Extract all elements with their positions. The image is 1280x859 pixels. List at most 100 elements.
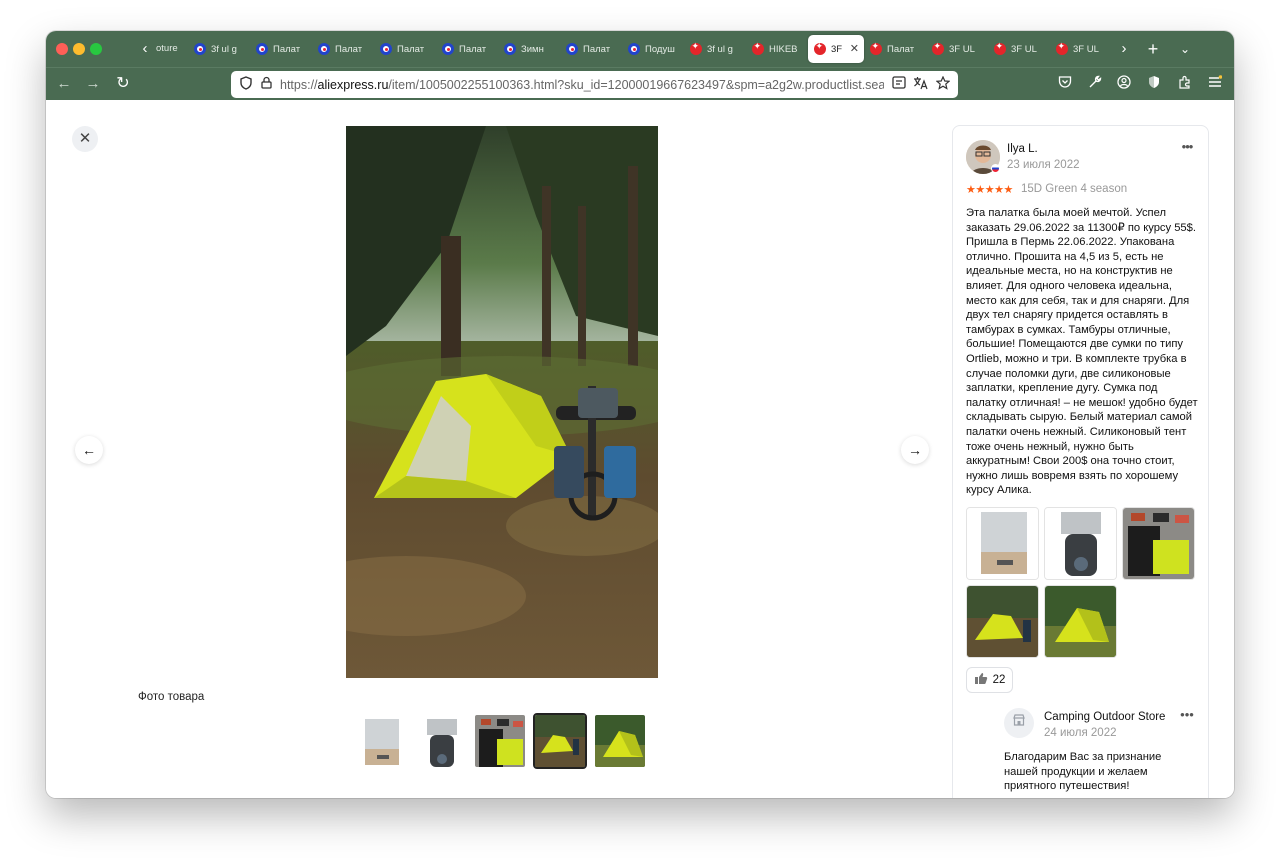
thumbnail-tent-bag[interactable] xyxy=(413,713,467,769)
tab-label: Зимн xyxy=(521,43,544,55)
url-path: /item/1005002255100363.html?sku_id=12000… xyxy=(388,78,884,92)
tracking-shield-icon[interactable] xyxy=(238,76,253,93)
tab-label: 3F xyxy=(831,43,843,55)
review-photo-tent-meadow[interactable] xyxy=(1044,585,1117,658)
seller-name[interactable]: Camping Outdoor Store xyxy=(1044,711,1165,723)
close-tab-icon[interactable]: ✕ xyxy=(847,42,859,56)
review-text: Эта палатка была моей мечтой. Успел зака… xyxy=(966,207,1198,497)
window-zoom-button[interactable] xyxy=(90,43,102,55)
tab-label: 3f ul g xyxy=(211,43,237,55)
new-tab-button[interactable]: + xyxy=(1144,38,1162,60)
tab[interactable]: 3F UL xyxy=(926,35,988,63)
review-photo-grid xyxy=(966,507,1198,658)
aliexpress-favicon-icon xyxy=(380,43,392,55)
nav-toolbar: ← → ↻ https://aliexpress.ru/item/1005002… xyxy=(46,67,1234,100)
privacy-shield-icon[interactable] xyxy=(1145,75,1163,93)
review-photo-tent-box[interactable] xyxy=(966,507,1039,580)
tent-campsite-photo xyxy=(967,586,1038,657)
url-prefix: https:// xyxy=(280,78,318,92)
previous-photo-button[interactable]: ← xyxy=(75,436,103,464)
tab[interactable]: Палат xyxy=(864,35,926,63)
country-flag-icon xyxy=(991,164,1000,173)
thumbnail-tent-contents[interactable] xyxy=(473,713,527,769)
tab[interactable]: 3f ul g xyxy=(684,35,746,63)
tab[interactable]: 3F UL xyxy=(1050,35,1112,63)
aliexpress-favicon-icon xyxy=(628,43,640,55)
tab-partial[interactable]: oture xyxy=(156,35,192,63)
review-panel: Ilya L. 23 июля 2022 ••• ★★★★★ 15D Green… xyxy=(952,125,1209,798)
helpful-like-button[interactable]: 22 xyxy=(966,667,1013,693)
aliexpress-favicon-icon xyxy=(194,43,206,55)
tent-contents-photo xyxy=(1123,508,1194,579)
tab[interactable]: 3F UL xyxy=(988,35,1050,63)
list-all-tabs-icon[interactable]: ⌄ xyxy=(1177,40,1193,58)
tent-meadow-photo xyxy=(595,715,645,767)
url-domain: aliexpress.ru xyxy=(317,78,389,92)
browser-window: ‹ oture 3f ul g Палат Палат Палат Палат Зимн П… xyxy=(46,31,1234,798)
url-text[interactable]: https://aliexpress.ru/item/1005002255100… xyxy=(280,77,884,93)
tent-bag-photo xyxy=(1045,508,1116,579)
thumbnail-tent-box[interactable] xyxy=(353,713,407,769)
address-bar[interactable]: https://aliexpress.ru/item/1005002255100… xyxy=(231,71,958,98)
tab[interactable]: Подуш xyxy=(622,35,684,63)
tab[interactable]: Палат xyxy=(312,35,374,63)
tab-scroll-right-icon[interactable]: › xyxy=(1117,40,1131,58)
tab-label: Подуш xyxy=(645,43,675,55)
aliexpress-favicon-icon xyxy=(994,41,1006,55)
translate-icon[interactable] xyxy=(912,76,929,93)
review-photo-tent-campsite[interactable] xyxy=(966,585,1039,658)
review-more-options-icon[interactable]: ••• xyxy=(1178,140,1196,154)
window-close-button[interactable] xyxy=(56,43,68,55)
account-icon[interactable] xyxy=(1115,75,1133,93)
extensions-icon[interactable] xyxy=(1176,75,1194,93)
tab-label: 3f ul g xyxy=(707,43,733,55)
thumbnail-tent-campsite[interactable] xyxy=(533,713,587,769)
tab[interactable]: Палат xyxy=(374,35,436,63)
tent-campsite-photo xyxy=(535,715,585,767)
thumbs-up-icon xyxy=(974,672,988,688)
tab-label: Палат xyxy=(887,43,915,55)
like-count: 22 xyxy=(992,674,1006,686)
tab[interactable]: Палат xyxy=(436,35,498,63)
tab[interactable]: HIKEB xyxy=(746,35,808,63)
tab[interactable]: 3f ul g xyxy=(188,35,250,63)
tab[interactable]: Зимн xyxy=(498,35,560,63)
reload-button[interactable]: ↻ xyxy=(113,74,133,94)
product-variant: 15D Green 4 season xyxy=(1021,183,1128,195)
review-photo-tent-contents[interactable] xyxy=(1122,507,1195,580)
forward-button[interactable]: → xyxy=(83,74,103,94)
rating-stars: ★★★★★ xyxy=(966,184,1013,196)
thumbnail-strip xyxy=(353,713,647,771)
reader-view-icon[interactable] xyxy=(890,76,907,93)
seller-more-options-icon[interactable]: ••• xyxy=(1178,708,1196,722)
tab[interactable]: Палат xyxy=(250,35,312,63)
tab-scroll-left-icon[interactable]: ‹ xyxy=(138,40,152,58)
next-photo-button[interactable]: → xyxy=(901,436,929,464)
aliexpress-favicon-icon xyxy=(870,41,882,55)
lock-icon[interactable] xyxy=(259,76,273,93)
back-button[interactable]: ← xyxy=(54,74,74,94)
thumbnail-tent-meadow[interactable] xyxy=(593,713,647,769)
window-minimize-button[interactable] xyxy=(73,43,85,55)
tab-label: Палат xyxy=(397,43,425,55)
pocket-icon[interactable] xyxy=(1056,75,1074,93)
tent-campsite-photo xyxy=(346,126,658,678)
aliexpress-favicon-icon xyxy=(442,43,454,55)
aliexpress-favicon-icon xyxy=(932,41,944,55)
reviewer-name[interactable]: Ilya L. xyxy=(1007,143,1038,155)
review-date: 23 июля 2022 xyxy=(1007,159,1080,171)
tab-label: 3F UL xyxy=(1073,43,1099,55)
tent-bag-photo xyxy=(415,715,465,767)
tab-active[interactable]: 3F ✕ xyxy=(808,35,864,63)
wrench-icon[interactable] xyxy=(1086,75,1104,93)
app-menu-icon[interactable] xyxy=(1206,75,1224,93)
tab-label: 3F UL xyxy=(949,43,975,55)
tab[interactable]: Палат xyxy=(560,35,622,63)
review-photo-tent-bag[interactable] xyxy=(1044,507,1117,580)
close-viewer-button[interactable]: ✕ xyxy=(72,126,98,152)
bookmark-star-icon[interactable] xyxy=(934,75,951,93)
tab-label: Палат xyxy=(273,43,301,55)
store-icon[interactable] xyxy=(1004,708,1034,738)
photo-caption: Фото товара xyxy=(138,691,205,703)
tab-strip: ‹ oture 3f ul g Палат Палат Палат Палат Зимн П… xyxy=(46,31,1234,67)
